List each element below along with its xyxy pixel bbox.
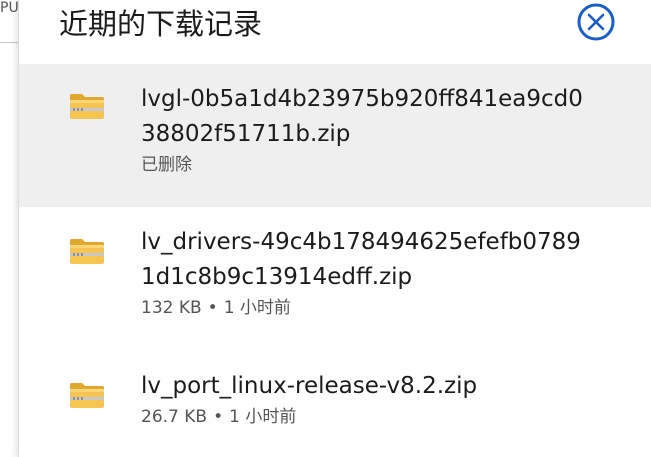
downloads-title: 近期的下载记录: [59, 7, 263, 41]
download-item-lv-port-linux[interactable]: lv_port_linux-release-v8.2.zip 26.7 KB • 1…: [19, 351, 651, 457]
download-status: 已删除: [141, 155, 192, 175]
download-meta: 26.7 KB • 1 小时前: [141, 406, 611, 428]
download-time: 1 小时前: [229, 407, 297, 427]
download-item-lvgl[interactable]: lvgl-0b5a1d4b23975b920ff841ea9cd0 38802f5…: [19, 64, 651, 207]
close-button[interactable]: [576, 1, 616, 41]
background-text-fragment: PU: [0, 0, 19, 16]
download-file-name: lv_drivers-49c4b178494625efefb0789 1d1c8b…: [141, 229, 581, 290]
download-list: lvgl-0b5a1d4b23975b920ff841ea9cd0 38802f5…: [19, 64, 651, 457]
zip-folder-icon: [70, 383, 104, 408]
download-meta: 132 KB • 1 小时前: [141, 297, 611, 319]
background-divider: [0, 42, 18, 43]
zip-folder-icon: [70, 239, 104, 264]
download-time: 1 小时前: [223, 298, 291, 318]
download-size: 132 KB: [141, 298, 202, 318]
download-file-name: lvgl-0b5a1d4b23975b920ff841ea9cd0 38802f5…: [141, 86, 583, 147]
download-item-lv-drivers[interactable]: lv_drivers-49c4b178494625efefb0789 1d1c8b…: [19, 207, 651, 351]
zip-folder-icon: [70, 94, 104, 119]
download-size: 26.7 KB: [141, 407, 208, 427]
downloads-flyout: 近期的下载记录 lvgl-0b5a1d4b23975b920ff841ea9cd…: [18, 0, 651, 457]
download-file-name: lv_port_linux-release-v8.2.zip: [141, 373, 478, 399]
meta-separator: •: [207, 298, 218, 318]
meta-separator: •: [213, 407, 224, 427]
close-circle-icon: [577, 3, 615, 41]
